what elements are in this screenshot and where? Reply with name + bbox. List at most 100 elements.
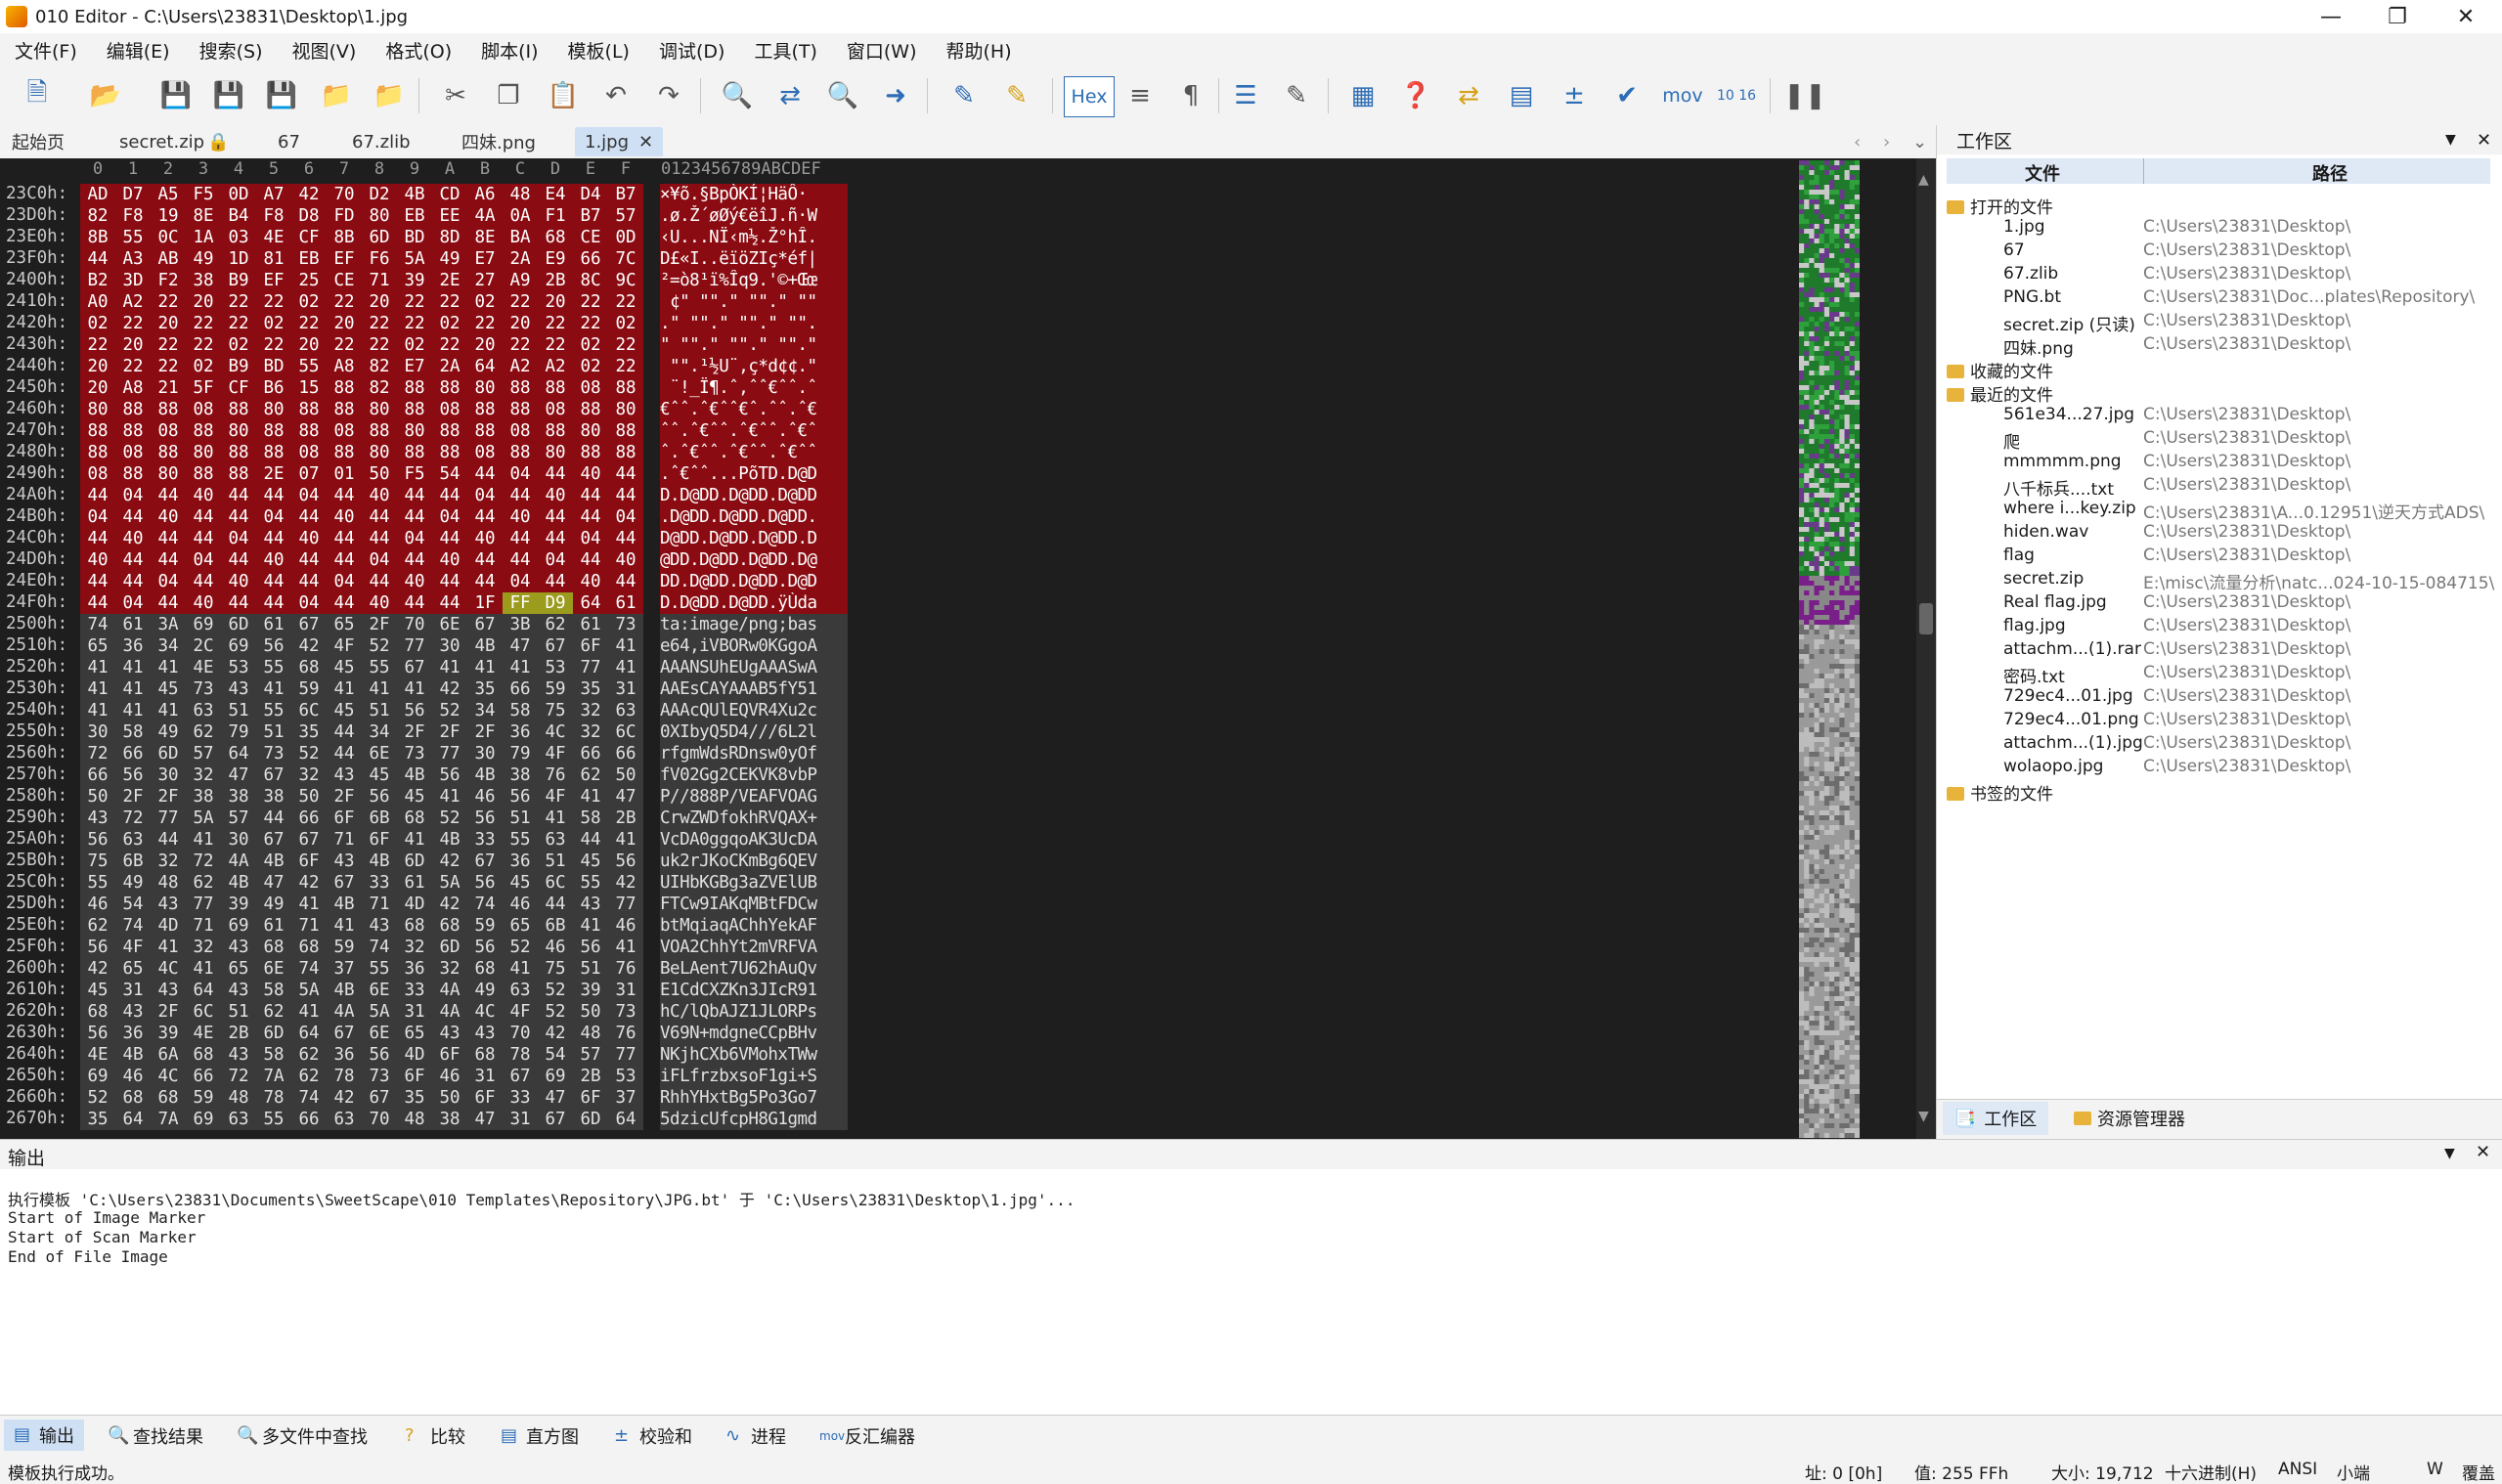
hex-byte[interactable]: 74 xyxy=(80,614,115,635)
hex-byte[interactable]: B4 xyxy=(221,205,256,227)
hex-byte[interactable]: 61 xyxy=(397,872,432,894)
hex-byte[interactable]: 44 xyxy=(397,506,432,528)
hex-byte[interactable]: 76 xyxy=(608,1023,643,1044)
hex-byte[interactable]: 56 xyxy=(608,851,643,872)
hex-row[interactable]: 2460h: 80 88 88 08 88 80 88 88 80 88 08 88 88 08 88 80 €ˆ… xyxy=(0,399,1936,420)
hex-byte[interactable]: 67 xyxy=(397,657,432,678)
hex-byte[interactable]: 47 xyxy=(503,635,538,657)
hex-byte[interactable]: 77 xyxy=(432,743,467,764)
hex-byte[interactable]: 9C xyxy=(608,270,643,291)
hex-byte[interactable]: 40 xyxy=(151,506,186,528)
panel-close-icon[interactable]: ✕ xyxy=(2477,130,2491,151)
hex-byte[interactable]: 59 xyxy=(291,678,327,700)
hex-byte[interactable]: 41 xyxy=(362,678,397,700)
hex-byte[interactable]: 71 xyxy=(362,270,397,291)
hex-byte[interactable]: 04 xyxy=(467,485,503,506)
hex-byte[interactable]: 40 xyxy=(503,506,538,528)
hex-byte[interactable]: 50 xyxy=(291,786,327,807)
workspace-file-item[interactable]: 67.zlib C:\Users\23831\Desktop\ xyxy=(1937,264,2502,287)
menu-item[interactable]: 调试(D) xyxy=(644,37,739,64)
disassembler-button[interactable]: mov xyxy=(1658,76,1707,115)
hex-byte[interactable]: 4D xyxy=(397,1044,432,1066)
hex-row[interactable]: 23F0h: 44 A3 AB 49 1D 81 EB EF F6 5A 49 E7 2A E9 66 7C D£… xyxy=(0,248,1936,270)
hex-byte[interactable]: 43 xyxy=(467,1023,503,1044)
hex-byte[interactable]: F5 xyxy=(186,184,221,205)
menu-item[interactable]: 搜索(S) xyxy=(185,37,278,64)
hex-byte[interactable]: 38 xyxy=(256,786,291,807)
hex-byte[interactable]: 41 xyxy=(115,657,151,678)
hex-byte[interactable]: 78 xyxy=(327,1066,362,1087)
hex-byte[interactable]: 56 xyxy=(573,937,608,958)
hex-byte[interactable]: 30 xyxy=(432,635,467,657)
hex-byte[interactable]: 22 xyxy=(327,291,362,313)
hex-byte[interactable]: 33 xyxy=(467,829,503,851)
hex-byte[interactable]: CE xyxy=(327,270,362,291)
hex-byte[interactable]: 50 xyxy=(432,1087,467,1109)
status-encoding[interactable]: ANSI xyxy=(2278,1460,2317,1479)
hex-row-ascii[interactable]: "".¹½U¨‚ç*d¢¢." xyxy=(660,356,848,377)
hex-byte[interactable]: 20 xyxy=(80,377,115,399)
edit-as-icon[interactable]: ≡ xyxy=(1120,76,1160,115)
workspace-file-item[interactable]: attachm...(1).jpg C:\Users\23831\Desktop\ xyxy=(1937,733,2502,757)
hex-byte[interactable]: 70 xyxy=(327,184,362,205)
hex-byte[interactable]: 22 xyxy=(503,334,538,356)
hex-byte[interactable]: 6E xyxy=(362,1023,397,1044)
hex-byte[interactable]: 20 xyxy=(291,334,327,356)
hex-byte[interactable]: 43 xyxy=(432,1023,467,1044)
tab-simei-png[interactable]: 四妹.png xyxy=(461,127,536,156)
hex-byte[interactable]: 51 xyxy=(221,700,256,721)
hex-byte[interactable]: 22 xyxy=(327,334,362,356)
hex-row[interactable]: 23E0h: 8B 55 0C 1A 03 4E CF 8B 6D BD 8D 8E BA 68 CE 0D ‹U… xyxy=(0,227,1936,248)
save-as-icon[interactable]: 💾 xyxy=(209,76,248,115)
hex-byte[interactable]: 59 xyxy=(467,915,503,937)
hex-byte[interactable]: 1A xyxy=(186,227,221,248)
hex-row[interactable]: 25C0h: 55 49 48 62 4B 47 42 67 33 61 5A 56 45 6C 55 42 UI… xyxy=(0,872,1936,894)
tab-find-in-files[interactable]: 🔍 多文件中查找 xyxy=(237,1423,368,1449)
hex-byte[interactable]: 61 xyxy=(573,614,608,635)
hex-byte[interactable]: 69 xyxy=(80,1066,115,1087)
hex-byte[interactable]: 04 xyxy=(256,506,291,528)
status-overwrite[interactable]: 覆盖 xyxy=(2462,1460,2495,1484)
hex-byte[interactable]: 40 xyxy=(397,571,432,592)
hex-byte[interactable]: 2C xyxy=(186,635,221,657)
hex-byte[interactable]: 88 xyxy=(432,442,467,463)
hex-byte[interactable]: 4A xyxy=(432,1001,467,1023)
hex-byte[interactable]: 41 xyxy=(608,937,643,958)
hex-byte[interactable]: 68 xyxy=(291,937,327,958)
hex-byte[interactable]: 88 xyxy=(256,442,291,463)
scroll-down-icon[interactable]: ▼ xyxy=(1918,1109,1929,1124)
hex-row[interactable]: 2530h: 41 41 45 73 43 41 59 41 41 41 42 35 66 59 35 31 AA… xyxy=(0,678,1936,700)
hex-row-ascii[interactable]: ‹U...NÏ‹m½.Ž°hÎ. xyxy=(660,227,848,248)
hex-byte[interactable]: 62 xyxy=(80,915,115,937)
hex-byte[interactable]: 46 xyxy=(115,1066,151,1087)
hex-byte[interactable]: 44 xyxy=(573,829,608,851)
hex-byte[interactable]: 41 xyxy=(432,786,467,807)
hex-byte[interactable]: 2B xyxy=(573,1066,608,1087)
hex-byte[interactable]: 46 xyxy=(80,894,115,915)
hex-byte[interactable]: 88 xyxy=(115,399,151,420)
hex-byte[interactable]: 67 xyxy=(256,829,291,851)
hex-byte[interactable]: 80 xyxy=(80,399,115,420)
hex-row[interactable]: 24E0h: 44 44 04 44 40 44 44 04 44 40 44 44 04 44 40 44 DD… xyxy=(0,571,1936,592)
hex-byte[interactable]: 65 xyxy=(327,614,362,635)
hex-byte[interactable]: 4B xyxy=(467,635,503,657)
tab-histogram[interactable]: ▤ 直方图 xyxy=(501,1423,579,1449)
hex-byte[interactable]: 68 xyxy=(467,958,503,980)
hex-byte[interactable]: 59 xyxy=(327,937,362,958)
hex-byte[interactable]: 48 xyxy=(221,1087,256,1109)
hex-byte[interactable]: 68 xyxy=(467,1044,503,1066)
hex-byte[interactable]: 67 xyxy=(503,1066,538,1087)
hex-byte[interactable]: 67 xyxy=(256,764,291,786)
hex-byte[interactable]: 66 xyxy=(186,1066,221,1087)
hex-row-ascii[interactable]: D@DD.D@DD.D@DD.D xyxy=(660,528,848,549)
hex-byte[interactable]: 02 xyxy=(432,313,467,334)
hex-byte[interactable]: 61 xyxy=(256,915,291,937)
hex-byte[interactable]: 04 xyxy=(362,549,397,571)
hex-byte[interactable]: 04 xyxy=(573,528,608,549)
hex-byte[interactable]: 20 xyxy=(362,291,397,313)
hex-byte[interactable]: 66 xyxy=(291,807,327,829)
hex-byte[interactable]: 63 xyxy=(503,980,538,1001)
hex-byte[interactable]: 0D xyxy=(221,184,256,205)
hex-byte[interactable]: 47 xyxy=(608,786,643,807)
hex-byte[interactable]: 08 xyxy=(186,399,221,420)
